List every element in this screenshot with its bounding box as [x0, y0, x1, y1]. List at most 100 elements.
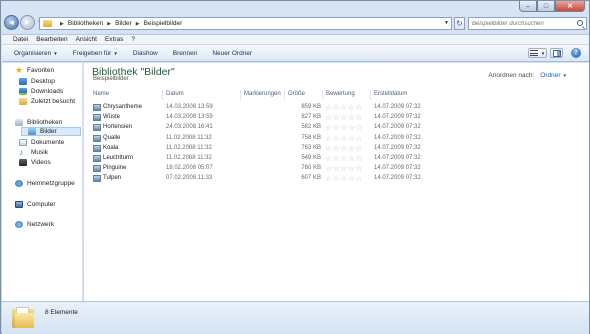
nav-desktop[interactable]: Desktop [19, 77, 55, 86]
maximize-button[interactable]: □ [537, 1, 555, 12]
file-row[interactable]: Wüste 14.03.2008 13:59 827 KB 14.07.2009 07… [92, 113, 421, 123]
rating-star-icon[interactable]: ☆ [340, 113, 348, 122]
nav-network[interactable]: Netzwerk [15, 220, 54, 229]
menu-help[interactable]: ? [131, 36, 135, 43]
menu-view[interactable]: Ansicht [76, 36, 97, 43]
rating-star-icon[interactable]: ☆ [355, 174, 363, 183]
breadcrumb-separator-icon[interactable]: ▶ [107, 21, 111, 27]
nav-favorites[interactable]: ★ Favoriten [15, 66, 54, 75]
refresh-button[interactable]: ↻ [454, 17, 465, 30]
file-row[interactable]: Leuchtturm 11.02.2008 11:32 549 KB 14.07.20… [92, 154, 421, 164]
column-divider[interactable] [284, 90, 285, 100]
rating-star-icon[interactable]: ☆ [340, 134, 348, 143]
breadcrumb-separator-icon[interactable]: ▶ [60, 21, 64, 27]
rating-star-icon[interactable]: ☆ [340, 123, 348, 132]
search-icon[interactable] [577, 20, 583, 26]
column-header-created[interactable]: Erstelldatum [374, 91, 407, 97]
menu-tools[interactable]: Extras [105, 36, 123, 43]
rating-star-icon[interactable]: ☆ [325, 113, 333, 122]
rating-star-icon[interactable]: ☆ [355, 113, 363, 122]
column-header-size[interactable]: Größe [288, 91, 305, 97]
file-rating[interactable]: ☆☆☆☆☆ [325, 164, 363, 173]
menu-file[interactable]: Datei [13, 36, 28, 43]
nav-computer[interactable]: Computer [15, 200, 56, 209]
back-button[interactable]: ◄ [4, 15, 19, 30]
nav-homegroup[interactable]: Heimnetzgruppe [15, 179, 75, 188]
nav-videos-label: Videos [31, 159, 51, 166]
file-rating[interactable]: ☆☆☆☆☆ [325, 174, 363, 183]
forward-button[interactable]: ► [20, 15, 35, 30]
rating-star-icon[interactable]: ☆ [340, 174, 348, 183]
column-header-rating[interactable]: Bewertung [326, 91, 355, 97]
file-row[interactable]: Hortensien 24.03.2008 16:41 582 KB 14.07.20… [92, 123, 421, 133]
column-divider[interactable] [322, 90, 323, 100]
rating-star-icon[interactable]: ☆ [340, 154, 348, 163]
rating-star-icon[interactable]: ☆ [325, 123, 333, 132]
arrange-by-dropdown[interactable]: Ordner [540, 72, 560, 79]
rating-star-icon[interactable]: ☆ [355, 154, 363, 163]
nav-pictures-label: Bilder [40, 128, 57, 135]
help-icon[interactable]: ? [571, 48, 581, 58]
nav-pictures[interactable]: Bilder [21, 127, 81, 136]
address-bar[interactable]: ▶ Bibliotheken ▶ Bilder ▶ Beispielbilder… [39, 17, 452, 30]
rating-star-icon[interactable]: ☆ [325, 174, 333, 183]
rating-star-icon[interactable]: ☆ [340, 103, 348, 112]
rating-star-icon[interactable]: ☆ [325, 164, 333, 173]
burn-button[interactable]: Brennen [173, 50, 198, 57]
file-rating[interactable]: ☆☆☆☆☆ [325, 103, 363, 112]
share-with-button[interactable]: Freigeben für ▼ [73, 50, 118, 57]
search-input[interactable] [472, 20, 572, 27]
address-dropdown-icon[interactable]: ▼ [444, 20, 449, 26]
search-box[interactable] [468, 17, 587, 30]
minimize-button[interactable]: – [519, 1, 537, 12]
rating-star-icon[interactable]: ☆ [325, 144, 333, 153]
column-header-tags[interactable]: Markierungen [244, 91, 281, 97]
rating-star-icon[interactable]: ☆ [355, 134, 363, 143]
preview-pane-button[interactable] [550, 48, 563, 58]
breadcrumb-libraries[interactable]: Bibliotheken [68, 20, 103, 27]
menu-bar: Datei Bearbeiten Ansicht Extras ? [2, 34, 589, 45]
column-divider[interactable] [240, 90, 241, 100]
nav-documents[interactable]: Dokumente [19, 138, 64, 147]
rating-star-icon[interactable]: ☆ [340, 164, 348, 173]
slideshow-button[interactable]: Diashow [133, 50, 158, 57]
column-divider[interactable] [162, 90, 163, 100]
file-row[interactable]: Chrysantheme 14.03.2008 13:59 859 KB 14.07.… [92, 103, 421, 113]
nav-music[interactable]: ♪ Musik [19, 148, 48, 157]
rating-star-icon[interactable]: ☆ [325, 103, 333, 112]
nav-libraries[interactable]: Bibliotheken [15, 118, 62, 127]
organize-button[interactable]: Organisieren ▼ [14, 50, 58, 57]
file-row[interactable]: Tulpen 07.02.2008 11:33 607 KB 14.07.2009 0… [92, 174, 421, 184]
rating-star-icon[interactable]: ☆ [355, 144, 363, 153]
column-header-name[interactable]: Name [93, 91, 109, 97]
file-rating[interactable]: ☆☆☆☆☆ [325, 154, 363, 163]
rating-star-icon[interactable]: ☆ [340, 144, 348, 153]
file-row[interactable]: Qualle 11.02.2008 11:32 758 KB 14.07.2009 0… [92, 134, 421, 144]
nav-recent-places[interactable]: Zuletzt besucht [19, 97, 75, 106]
file-size: 859 KB [301, 104, 321, 110]
file-rating[interactable]: ☆☆☆☆☆ [325, 134, 363, 143]
breadcrumb-pictures[interactable]: Bilder [115, 20, 132, 27]
file-size: 760 KB [301, 165, 321, 172]
chevron-down-icon[interactable]: ▼ [563, 73, 567, 78]
rating-star-icon[interactable]: ☆ [325, 134, 333, 143]
rating-star-icon[interactable]: ☆ [325, 154, 333, 163]
breadcrumb-sample-pictures[interactable]: Beispielbilder [144, 20, 183, 27]
file-row[interactable]: Pinguine 18.02.2008 05:07 760 KB 14.07.2009… [92, 164, 421, 174]
file-rating[interactable]: ☆☆☆☆☆ [325, 123, 363, 132]
rating-star-icon[interactable]: ☆ [355, 123, 363, 132]
nav-downloads[interactable]: Downloads [19, 87, 63, 96]
file-rating[interactable]: ☆☆☆☆☆ [325, 113, 363, 122]
menu-edit[interactable]: Bearbeiten [36, 36, 67, 43]
file-rating[interactable]: ☆☆☆☆☆ [325, 144, 363, 153]
change-view-button[interactable]: ▼ [528, 48, 547, 58]
column-divider[interactable] [370, 90, 371, 100]
file-row[interactable]: Koala 11.02.2008 11:32 763 KB 14.07.2009 07… [92, 144, 421, 154]
close-button[interactable]: ✕ [555, 1, 585, 12]
breadcrumb-separator-icon[interactable]: ▶ [136, 21, 140, 27]
new-folder-button[interactable]: Neuer Ordner [212, 50, 252, 57]
column-header-date[interactable]: Datum [166, 91, 184, 97]
nav-videos[interactable]: Videos [19, 158, 51, 167]
rating-star-icon[interactable]: ☆ [355, 103, 363, 112]
rating-star-icon[interactable]: ☆ [355, 164, 363, 173]
